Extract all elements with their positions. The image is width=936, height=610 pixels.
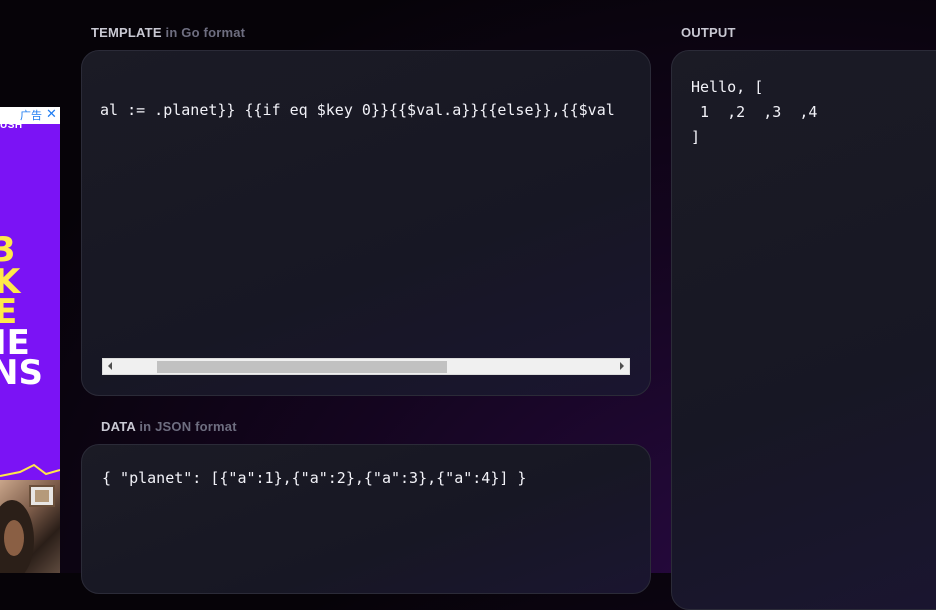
template-code-input[interactable]: al := .planet}} {{if eq $key 0}}{{$val.a…: [100, 101, 615, 119]
data-format-subtitle: in JSON format: [139, 419, 237, 434]
data-editor-panel[interactable]: [81, 444, 651, 594]
data-section-label: DATA in JSON format: [101, 419, 237, 434]
template-section-label: TEMPLATE in Go format: [91, 25, 245, 40]
output-line: Hello, [: [691, 78, 764, 96]
output-line: ]: [691, 128, 701, 146]
ad-headline-line-1: 3: [0, 230, 16, 270]
ad-badge: 广告: [20, 110, 42, 122]
output-line: 1 ,2 ,3 ,4: [691, 103, 818, 121]
data-title: DATA: [101, 419, 136, 434]
scroll-right-arrow-icon[interactable]: [620, 362, 624, 370]
ad-photo: [0, 480, 60, 573]
data-code-input[interactable]: { "planet": [{"a":1},{"a":2},{"a":3},{"a…: [102, 469, 526, 487]
ad-close-icon[interactable]: ✕: [46, 107, 57, 122]
template-horizontal-scrollbar[interactable]: [102, 358, 630, 375]
output-title: OUTPUT: [681, 25, 736, 40]
template-format-subtitle: in Go format: [165, 25, 246, 40]
ad-brand-text: USH: [0, 120, 23, 131]
ad-headline-line-5: NS: [0, 353, 43, 393]
ad-decoration-wave: [0, 463, 60, 477]
template-title: TEMPLATE: [91, 25, 162, 40]
advertisement-banner[interactable]: 广告 ✕ USH 3 K E IE NS: [0, 107, 60, 573]
scrollbar-thumb[interactable]: [157, 361, 447, 373]
output-text: Hello, [ 1 ,2 ,3 ,4]: [691, 75, 817, 150]
scroll-left-arrow-icon[interactable]: [108, 362, 112, 370]
output-section-label: OUTPUT: [681, 25, 736, 40]
